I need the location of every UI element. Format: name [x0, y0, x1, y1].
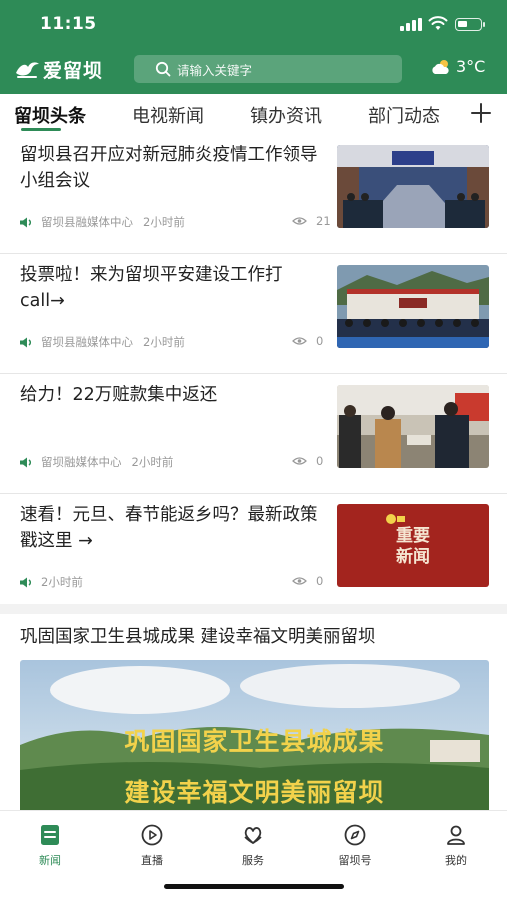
search-icon — [155, 61, 171, 77]
view-count-value: 21 — [316, 214, 331, 228]
news-item[interactable]: 速看！元旦、春节能返乡吗？最新政策戳这里 → 2小时前 0 重要 新闻 — [0, 494, 507, 604]
search-input[interactable]: 请输入关键字 — [134, 55, 402, 83]
tab-fade — [440, 94, 468, 134]
speaker-icon[interactable] — [20, 337, 33, 348]
eye-icon — [292, 337, 307, 345]
section-divider — [0, 604, 507, 614]
view-count-value: 0 — [316, 574, 324, 588]
nav-label: 直播 — [141, 854, 163, 867]
thumb-text-line1: 重要 — [396, 526, 430, 546]
view-count: 0 — [292, 334, 323, 348]
search-placeholder: 请输入关键字 — [177, 62, 253, 78]
logo-bird-icon — [16, 62, 39, 78]
view-count: 21 — [292, 214, 331, 228]
feature-title[interactable]: 巩固国家卫生县城成果 建设幸福文明美丽留坝 — [20, 623, 376, 648]
view-count: 0 — [292, 574, 323, 588]
nav-label: 留坝号 — [338, 854, 372, 867]
news-meta: 留坝县融媒体中心 2小时前 — [20, 334, 185, 350]
top-bar: 11:15 爱留坝 请输入关键字 3°C — [0, 0, 507, 94]
feature-banner[interactable]: 巩固国家卫生县城成果 建设幸福文明美丽留坝 — [20, 660, 489, 810]
thumb-text-line2: 新闻 — [396, 547, 430, 567]
add-channel-icon[interactable] — [468, 100, 494, 126]
eye-icon — [292, 577, 307, 585]
news-item[interactable]: 留坝县召开应对新冠肺炎疫情工作领导小组会议 留坝县融媒体中心 2小时前 21 — [0, 134, 507, 254]
partly-cloudy-icon — [432, 59, 449, 74]
news-icon — [41, 825, 59, 845]
wifi-icon — [428, 16, 448, 30]
news-item[interactable]: 给力！22万赃款集中返还 留坝融媒体中心 2小时前 0 — [0, 374, 507, 494]
emblem-icon — [386, 514, 405, 524]
channel-tabs: 留坝头条 电视新闻 镇办资讯 部门动态 — [0, 94, 507, 134]
temperature: 3°C — [456, 57, 486, 76]
view-count: 0 — [292, 454, 323, 468]
eye-icon — [292, 457, 307, 465]
tab-department-news[interactable]: 部门动态 — [368, 102, 440, 128]
news-thumbnail[interactable] — [337, 265, 489, 348]
tab-town-news[interactable]: 镇办资讯 — [250, 102, 322, 128]
news-title: 投票啦！来为留坝平安建设工作打call→ — [20, 265, 283, 311]
nav-profile[interactable]: 我的 — [416, 823, 496, 868]
live-play-icon — [141, 824, 163, 846]
news-source: 留坝融媒体中心 — [41, 455, 122, 469]
nav-live[interactable]: 直播 — [112, 823, 192, 868]
nav-label: 新闻 — [39, 854, 61, 867]
news-source: 留坝县融媒体中心 — [41, 335, 133, 349]
speaker-icon[interactable] — [20, 577, 33, 588]
view-count-value: 0 — [316, 334, 324, 348]
news-thumbnail[interactable] — [337, 385, 489, 468]
status-bar: 11:15 — [0, 0, 507, 48]
news-meta: 留坝融媒体中心 2小时前 — [20, 454, 173, 470]
banner-line-1: 巩固国家卫生县城成果 — [124, 727, 385, 756]
service-icon — [244, 827, 262, 844]
news-meta: 留坝县融媒体中心 2小时前 — [20, 214, 185, 230]
nav-news[interactable]: 新闻 — [10, 823, 90, 868]
news-title: 留坝县召开应对新冠肺炎疫情工作领导小组会议 — [20, 145, 318, 191]
nav-liuba-account[interactable]: 留坝号 — [315, 823, 395, 868]
news-item[interactable]: 投票啦！来为留坝平安建设工作打call→ 留坝县融媒体中心 2小时前 0 — [0, 254, 507, 374]
tab-liuba-headlines[interactable]: 留坝头条 — [14, 102, 86, 128]
news-time: 2小时前 — [143, 335, 185, 349]
news-title: 速看！元旦、春节能返乡吗？最新政策戳这里 → — [20, 505, 318, 551]
news-meta: 2小时前 — [20, 574, 83, 590]
news-time: 2小时前 — [41, 575, 83, 589]
nav-label: 服务 — [242, 854, 264, 867]
news-time: 2小时前 — [131, 455, 174, 469]
app-logo[interactable]: 爱留坝 — [14, 56, 103, 82]
eye-icon — [292, 217, 307, 225]
view-count-value: 0 — [316, 454, 324, 468]
status-time: 11:15 — [40, 14, 97, 34]
weather-widget[interactable]: 3°C — [430, 57, 485, 76]
battery-icon — [455, 18, 485, 31]
news-thumbnail[interactable] — [337, 145, 489, 228]
news-title: 给力！22万赃款集中返还 — [20, 385, 218, 405]
profile-icon — [447, 825, 465, 845]
nav-service[interactable]: 服务 — [213, 823, 293, 868]
active-tab-indicator — [21, 128, 61, 131]
tab-tv-news[interactable]: 电视新闻 — [132, 102, 204, 128]
speaker-icon[interactable] — [20, 457, 33, 468]
banner-line-2: 建设幸福文明美丽留坝 — [124, 778, 385, 807]
news-time: 2小时前 — [143, 215, 185, 229]
news-thumbnail[interactable]: 重要 新闻 — [337, 504, 489, 587]
app-name: 爱留坝 — [43, 59, 104, 82]
speaker-icon[interactable] — [20, 217, 33, 228]
compass-icon — [344, 824, 366, 846]
cellular-signal-icon — [400, 18, 422, 31]
nav-label: 我的 — [445, 854, 467, 867]
home-indicator[interactable] — [164, 884, 344, 889]
news-source: 留坝县融媒体中心 — [41, 215, 133, 229]
